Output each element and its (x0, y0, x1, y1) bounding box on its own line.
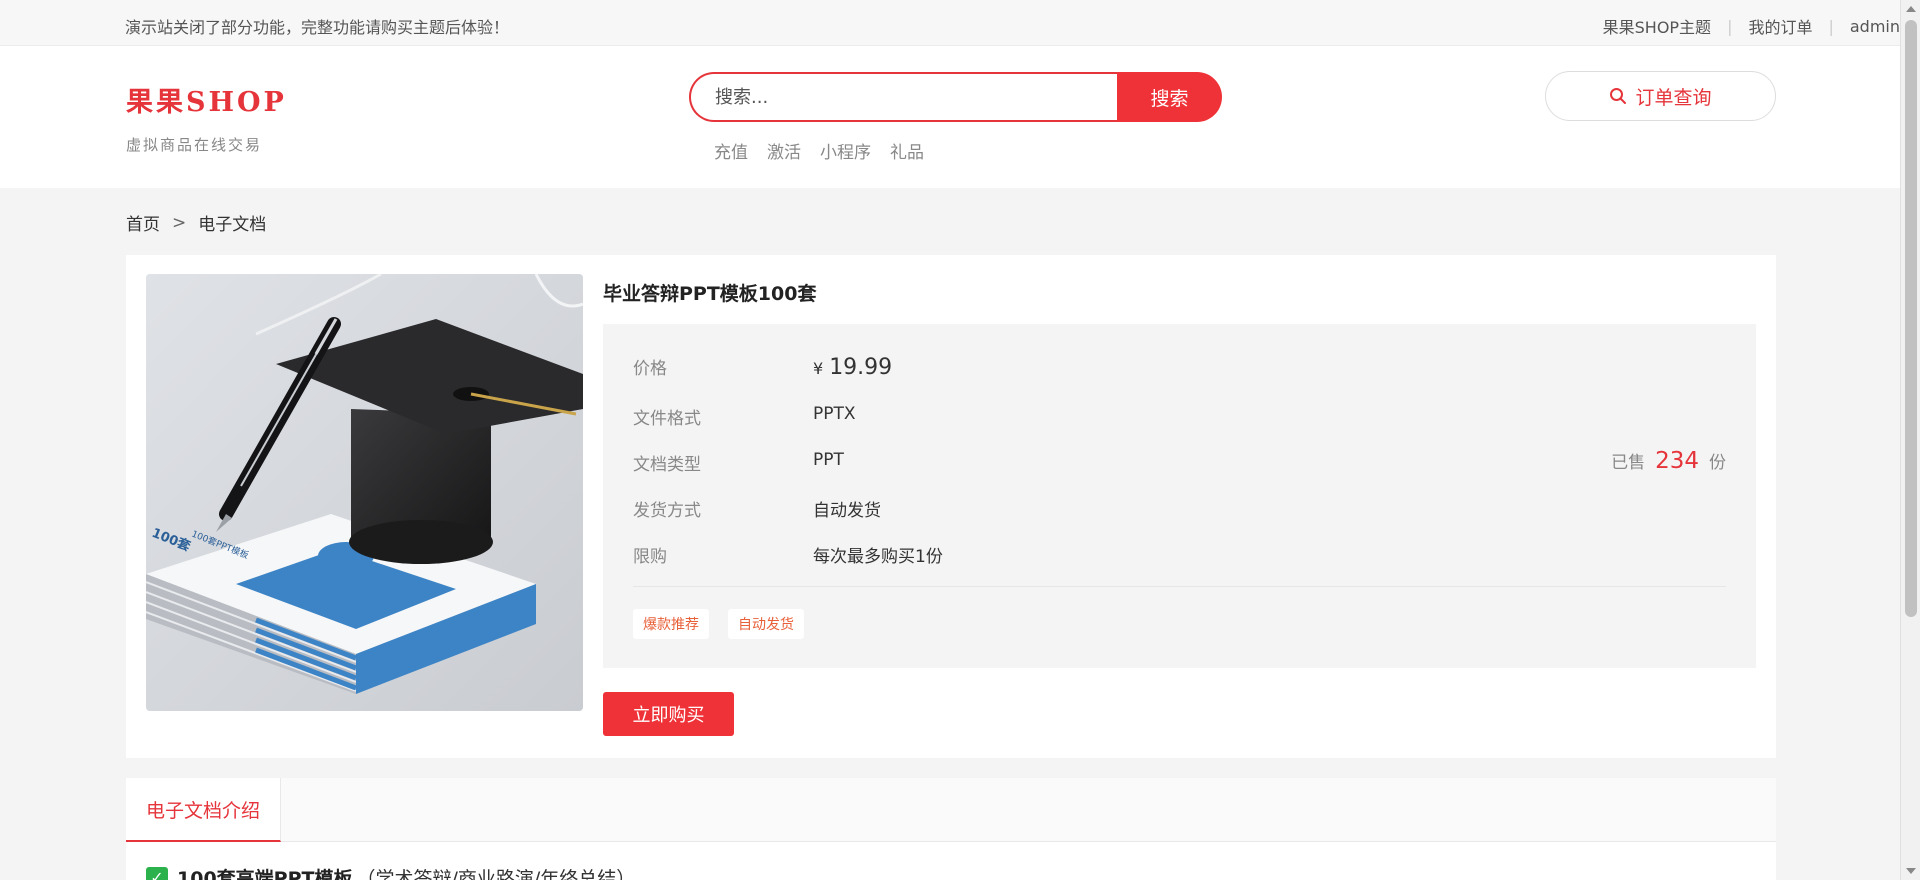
price-row: 价格 ¥19.99 (633, 354, 892, 380)
scrollbar-thumb[interactable] (1905, 20, 1917, 617)
delivery-row: 发货方式 自动发货 (633, 496, 881, 521)
limit-value: 每次最多购买1份 (813, 547, 943, 567)
description-heading: 100套高端PPT模板 (177, 868, 353, 880)
breadcrumb-home[interactable]: 首页 (126, 210, 160, 235)
search-icon (1609, 87, 1627, 105)
description-panel: 电子文档介绍 ✓ 100套高端PPT模板 （学术答辩/商业路演/年终总结） (126, 778, 1776, 880)
type-row: 文档类型 PPT (633, 450, 844, 475)
format-value: PPTX (813, 404, 856, 424)
type-value: PPT (813, 450, 844, 470)
sold-number: 234 (1655, 448, 1699, 474)
hot-keywords: 充值 激活 小程序 礼品 (714, 138, 943, 163)
currency-symbol: ¥ (813, 359, 824, 378)
price-value: ¥19.99 (813, 355, 892, 380)
hot-keyword[interactable]: 礼品 (890, 138, 924, 163)
search-bar: 搜索 (689, 72, 1222, 122)
product-title: 毕业答辩PPT模板100套 (603, 283, 817, 305)
check-mark-icon: ✓ (146, 866, 168, 880)
product-info-box: 价格 ¥19.99 文件格式 PPTX 文档类型 PPT 发货方式 自动发货 限… (603, 324, 1756, 668)
site-logo[interactable]: 果果SHOP (126, 80, 287, 119)
description-line: ✓ 100套高端PPT模板 （学术答辩/商业路演/年终总结） (146, 864, 635, 880)
tab-bar: 电子文档介绍 (126, 778, 1776, 842)
product-card: 100套 100套PPT模板 毕业答辩PPT模板100套 价格 ¥19.99 文… (126, 255, 1776, 758)
tab-document-intro[interactable]: 电子文档介绍 (126, 778, 282, 842)
search-input[interactable] (689, 72, 1117, 122)
tag-hot: 爆款推荐 (633, 609, 709, 639)
theme-link[interactable]: 果果SHOP主题 (1603, 14, 1711, 38)
info-divider (633, 586, 1726, 587)
top-bar: 演示站关闭了部分功能，完整功能请购买主题后体验！ 果果SHOP主题 | 我的订单… (0, 0, 1900, 46)
format-row: 文件格式 PPTX (633, 404, 856, 429)
search-button[interactable]: 搜索 (1117, 72, 1222, 122)
limit-label: 限购 (633, 547, 667, 567)
top-links: 果果SHOP主题 | 我的订单 | admin (1603, 14, 1900, 38)
user-link[interactable]: admin (1850, 17, 1900, 36)
breadcrumb-current[interactable]: 电子文档 (198, 210, 266, 235)
scroll-down-arrow-icon[interactable] (1906, 868, 1916, 874)
demo-notice: 演示站关闭了部分功能，完整功能请购买主题后体验！ (125, 18, 510, 37)
sold-suffix: 份 (1709, 453, 1726, 473)
sold-prefix: 已售 (1611, 453, 1646, 473)
tag-auto-delivery: 自动发货 (728, 609, 804, 639)
hot-keyword[interactable]: 充值 (714, 138, 748, 163)
order-query-button[interactable]: 订单查询 (1545, 71, 1776, 121)
type-label: 文档类型 (633, 455, 701, 475)
order-query-label: 订单查询 (1635, 86, 1712, 109)
scroll-up-arrow-icon[interactable] (1906, 6, 1916, 12)
hot-keyword[interactable]: 激活 (767, 138, 801, 163)
my-orders-link[interactable]: 我的订单 (1748, 14, 1812, 38)
sold-count: 已售 234 份 (1611, 448, 1726, 474)
breadcrumb-separator: > (172, 212, 187, 233)
site-header: 果果SHOP 虚拟商品在线交易 搜索 充值 激活 小程序 礼品 订单查询 (0, 46, 1900, 188)
delivery-label: 发货方式 (633, 501, 701, 521)
graduation-cap-booklets-illustration: 100套 100套PPT模板 (146, 274, 583, 711)
delivery-value: 自动发货 (813, 501, 881, 521)
buy-now-button[interactable]: 立即购买 (603, 692, 734, 736)
top-link-divider: | (1828, 16, 1834, 36)
page-scrollbar[interactable] (1900, 0, 1920, 880)
price-amount: 19.99 (829, 355, 893, 380)
hot-keyword[interactable]: 小程序 (820, 138, 871, 163)
format-label: 文件格式 (633, 409, 701, 429)
description-categories: （学术答辩/商业路演/年终总结） (356, 868, 636, 880)
price-label: 价格 (633, 359, 667, 379)
breadcrumb: 首页 > 电子文档 (126, 210, 266, 236)
product-tags: 爆款推荐 自动发货 (633, 609, 823, 639)
limit-row: 限购 每次最多购买1份 (633, 542, 943, 567)
product-image: 100套 100套PPT模板 (146, 274, 583, 711)
top-link-divider: | (1727, 16, 1733, 36)
site-tagline: 虚拟商品在线交易 (126, 136, 263, 154)
